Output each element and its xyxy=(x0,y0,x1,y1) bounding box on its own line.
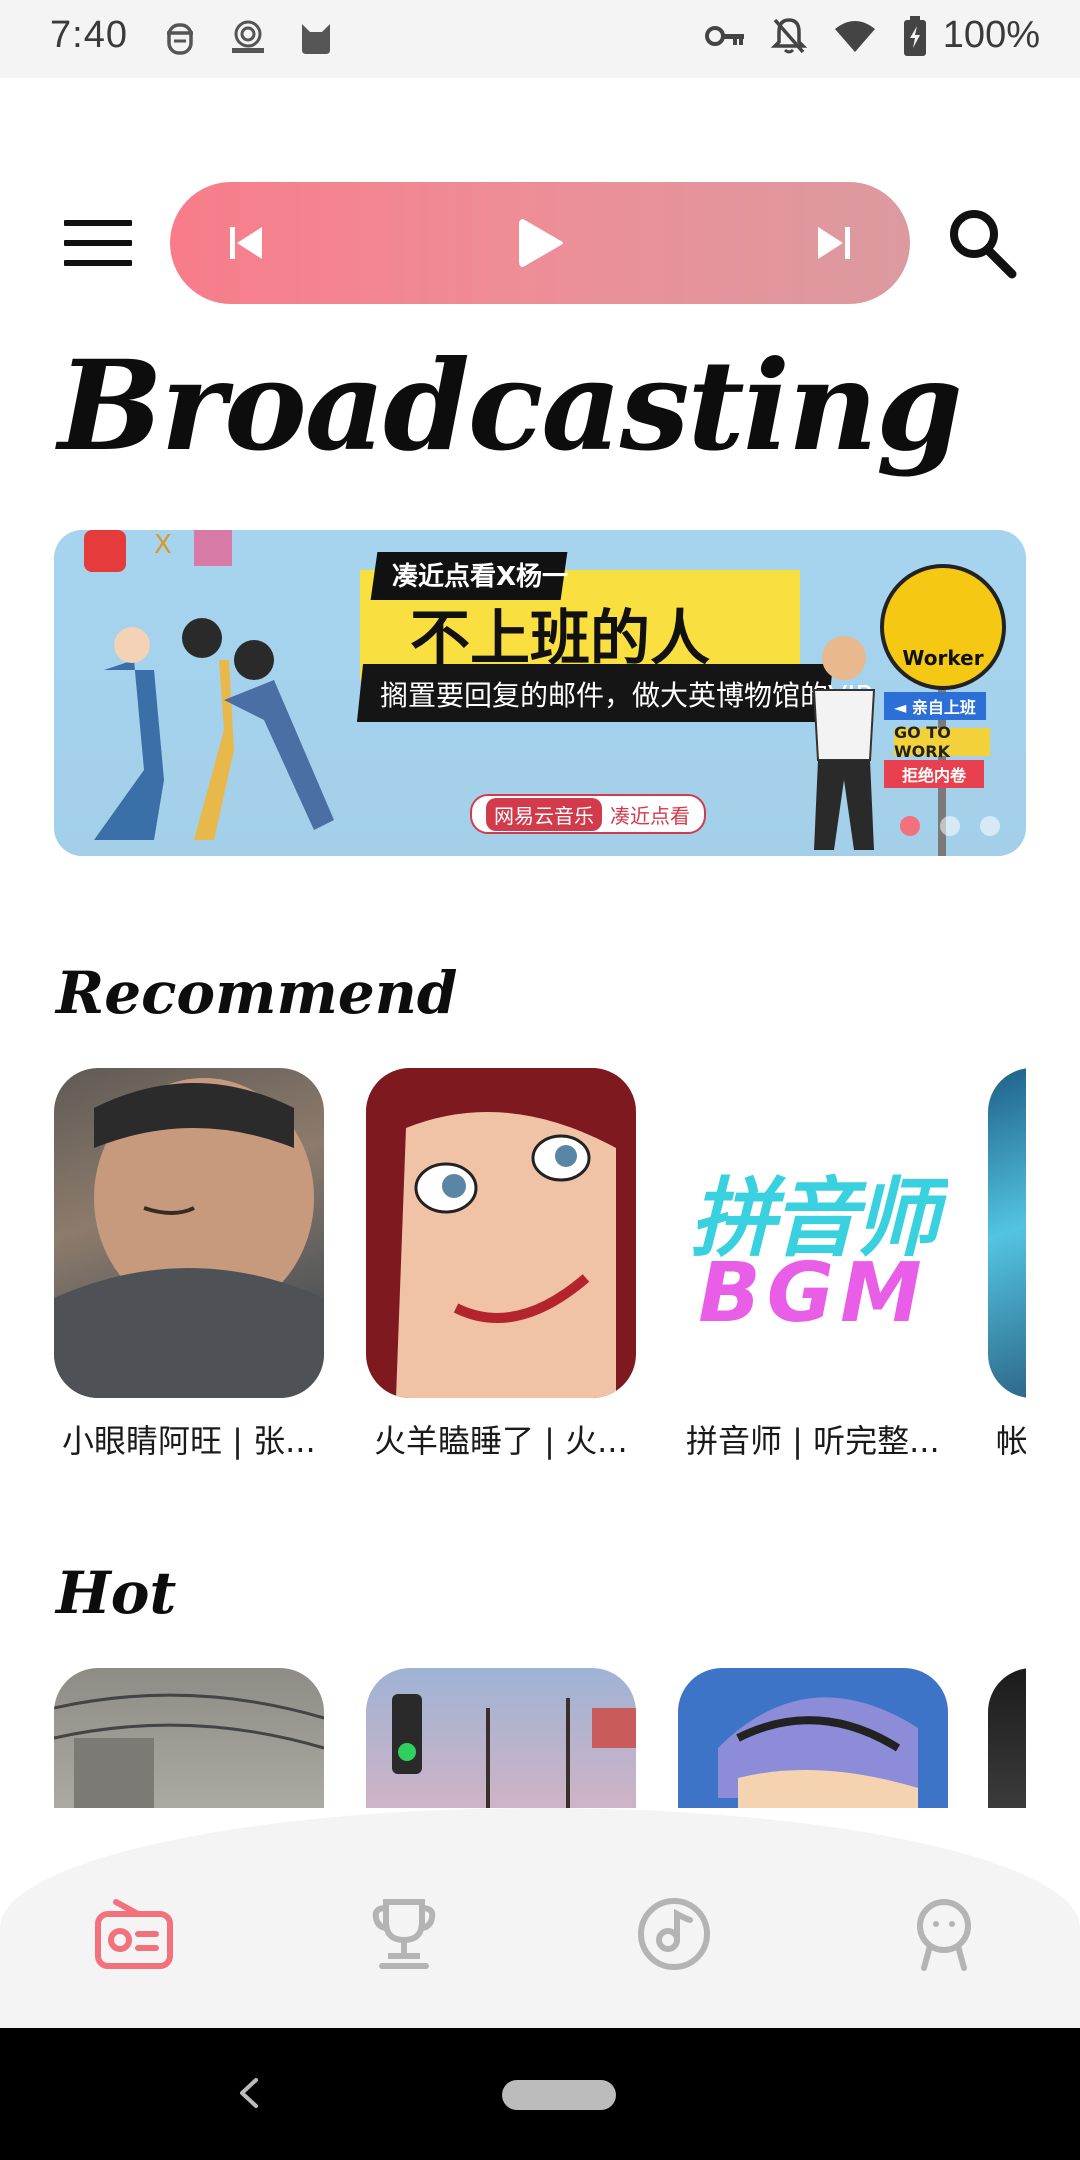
face-icon xyxy=(160,18,200,58)
worker-sign-label: Worker xyxy=(902,646,984,670)
section-title-recommend: Recommend xyxy=(56,959,458,1027)
menu-icon[interactable] xyxy=(64,218,134,270)
recommend-card-title: 帐 xyxy=(996,1422,1026,1460)
hot-card[interactable] xyxy=(54,1668,324,1808)
recommend-card[interactable]: 帐 xyxy=(988,1068,1026,1462)
recommend-row: 小眼睛阿旺 | 张... 火羊瞌睡了 | 火... 拼音师 BGM 拼音师 | … xyxy=(54,1068,1026,1468)
system-navigation-bar xyxy=(0,2028,1080,2160)
palm-trees-cover-icon xyxy=(392,1694,636,1808)
cover-text-line2: BGM xyxy=(698,1246,928,1341)
radio-icon[interactable] xyxy=(84,1884,184,1984)
recommend-card-title: 拼音师 | 听完整... xyxy=(686,1422,940,1460)
mini-player xyxy=(170,182,910,304)
cartoon-boy-cover-icon xyxy=(718,1697,918,1808)
hot-card[interactable] xyxy=(366,1668,636,1808)
profile-icon[interactable] xyxy=(894,1884,994,1984)
banner-dot[interactable] xyxy=(940,816,960,836)
hot-card[interactable] xyxy=(678,1668,948,1808)
recommend-card[interactable]: 拼音师 BGM 拼音师 | 听完整... xyxy=(678,1068,948,1462)
podcast-logo-icon xyxy=(194,530,232,566)
skip-previous-icon[interactable] xyxy=(206,182,286,304)
status-time: 7:40 xyxy=(50,14,128,56)
cartoon-face-cover-icon xyxy=(366,1068,636,1398)
promo-banner[interactable]: X 凑近点看X杨一 不上班的人 搁置要回复的邮件，做大英博物馆的VIP 网易云音… xyxy=(54,530,1026,856)
recommend-card[interactable]: 小眼睛阿旺 | 张... xyxy=(54,1068,324,1462)
recommend-cover xyxy=(366,1068,636,1398)
banner-tag-right: 凑近点看 xyxy=(610,803,690,828)
back-icon[interactable] xyxy=(222,2066,276,2120)
banner-page-indicator xyxy=(900,816,1000,836)
bell-off-icon xyxy=(770,16,807,56)
podcast-icon xyxy=(228,18,268,58)
banner-tag: 网易云音乐 凑近点看 xyxy=(470,794,706,834)
recommend-cover: 拼音师 BGM xyxy=(678,1068,948,1398)
recommend-card[interactable]: 火羊瞌睡了 | 火... xyxy=(366,1068,636,1462)
hot-row xyxy=(54,1668,1026,1808)
status-bar: 7:40 100% xyxy=(0,0,1080,78)
sign-arrow-1: ◄ 亲自上班 xyxy=(884,692,986,720)
banner-dot[interactable] xyxy=(980,816,1000,836)
street-wires-cover-icon xyxy=(54,1693,324,1808)
bottom-navigation xyxy=(0,1808,1080,2028)
recommend-cover xyxy=(54,1068,324,1398)
section-title-hot: Hot xyxy=(56,1559,177,1627)
netease-music-logo-icon xyxy=(84,530,126,572)
play-icon[interactable] xyxy=(500,182,580,304)
sign-arrow-3: 拒绝内卷 xyxy=(884,760,984,788)
sign-arrow-2: GO TO WORK xyxy=(894,723,990,761)
banner-logo-separator: X xyxy=(154,530,172,560)
hot-cover xyxy=(54,1668,324,1808)
music-disc-icon[interactable] xyxy=(624,1884,724,1984)
battery-charging-icon xyxy=(903,15,927,56)
status-system-icons: 100% xyxy=(704,14,1040,57)
hot-cover xyxy=(678,1668,948,1808)
banner-subheadline: 凑近点看X杨一 xyxy=(392,562,569,592)
worker-sign: Worker xyxy=(880,564,1006,690)
search-icon[interactable] xyxy=(942,204,1022,284)
banner-tag-left: 网易云音乐 xyxy=(486,797,602,831)
trophy-icon[interactable] xyxy=(354,1884,454,1984)
cat-icon xyxy=(296,18,336,58)
battery-percent: 100% xyxy=(942,14,1040,56)
sleeping-man-cover-icon xyxy=(54,1078,324,1398)
banner-dot[interactable] xyxy=(900,816,920,836)
hot-cover xyxy=(988,1668,1026,1808)
people-illustration-icon xyxy=(94,618,334,840)
key-icon xyxy=(704,23,745,49)
hot-cover xyxy=(366,1668,636,1808)
hot-card[interactable] xyxy=(988,1668,1026,1808)
page-title: Broadcasting xyxy=(58,334,963,479)
wifi-icon xyxy=(833,19,877,53)
recommend-card-title: 小眼睛阿旺 | 张... xyxy=(62,1422,316,1460)
recommend-cover xyxy=(988,1068,1026,1398)
skip-next-icon[interactable] xyxy=(794,182,874,304)
recommend-card-title: 火羊瞌睡了 | 火... xyxy=(374,1422,628,1460)
home-pill[interactable] xyxy=(502,2080,616,2110)
status-notification-icons xyxy=(160,18,336,58)
